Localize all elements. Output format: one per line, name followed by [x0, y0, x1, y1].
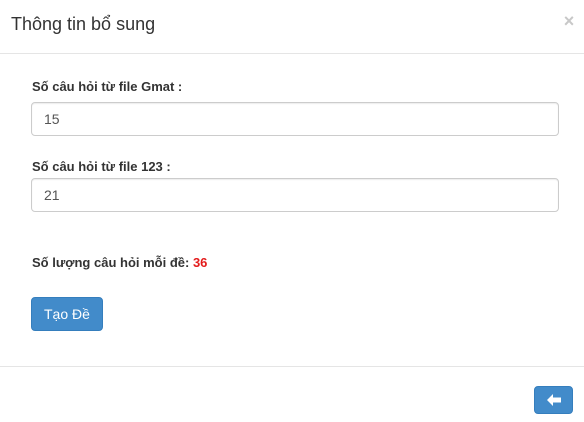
question-count-summary: Số lượng câu hỏi mỗi đề: 36	[32, 254, 207, 272]
create-exam-button[interactable]: Tạo Đề	[31, 297, 103, 331]
file123-count-input[interactable]	[31, 178, 559, 212]
arrow-left-icon	[546, 394, 561, 406]
modal-title: Thông tin bổ sung	[11, 14, 156, 34]
modal-footer	[0, 366, 584, 422]
gmat-count-label: Số câu hỏi từ file Gmat :	[32, 79, 183, 94]
gmat-count-input[interactable]	[31, 102, 559, 136]
close-icon[interactable]: ×	[562, 12, 576, 30]
question-count-label: Số lượng câu hỏi mỗi đề:	[32, 255, 190, 270]
back-button[interactable]	[534, 386, 573, 414]
modal-body: Số câu hỏi từ file Gmat : Số câu hỏi từ …	[0, 54, 584, 366]
question-count-value: 36	[192, 255, 208, 270]
modal-header: Thông tin bổ sung ×	[0, 0, 584, 54]
modal-dialog: Thông tin bổ sung × Số câu hỏi từ file G…	[0, 0, 584, 422]
file123-count-label: Số câu hỏi từ file 123 :	[32, 159, 171, 174]
